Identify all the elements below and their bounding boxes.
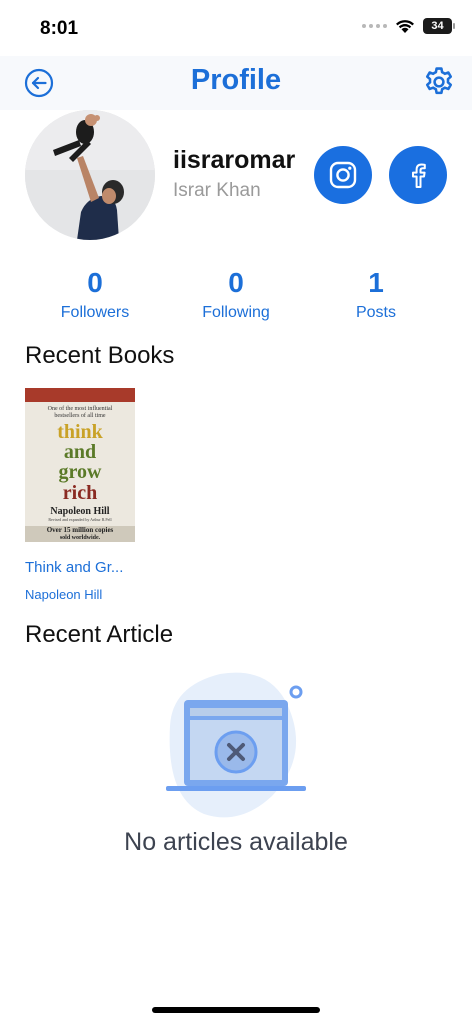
recent-books-heading: Recent Books (25, 342, 175, 369)
cover-word-and: and (64, 441, 96, 463)
cover-word-grow: grow (59, 461, 103, 483)
avatar[interactable] (25, 110, 155, 240)
cover-subtitle: Revised and expanded by Arthur R.Pell (48, 517, 112, 522)
cover-sales-1: Over 15 million copies (47, 526, 114, 534)
signal-icon (362, 24, 387, 28)
battery-icon: 34 (423, 18, 455, 34)
instagram-button[interactable] (314, 146, 372, 204)
following-stat[interactable]: 0 Following (176, 266, 296, 322)
cover-author: Napoleon Hill (50, 506, 109, 517)
instagram-icon (329, 161, 357, 189)
settings-button[interactable] (422, 65, 456, 99)
cover-word-think: think (57, 421, 103, 443)
profile-photo (25, 110, 155, 240)
empty-articles-message: No articles available (124, 828, 348, 856)
book-author: Napoleon Hill (25, 587, 103, 602)
posts-stat[interactable]: 1 Posts (316, 266, 436, 322)
book-cover: One of the most influential bestsellers … (25, 388, 135, 542)
followers-count: 0 (87, 267, 103, 298)
following-label: Following (202, 304, 270, 321)
empty-articles-illustration (160, 666, 312, 826)
book-title[interactable]: Think and Gr... (25, 559, 137, 576)
cover-sales-2: sold worldwide. (60, 535, 101, 541)
book-card[interactable]: One of the most influential bestsellers … (25, 388, 137, 602)
facebook-button[interactable] (389, 146, 447, 204)
following-count: 0 (228, 267, 244, 298)
facebook-icon (412, 163, 426, 188)
posts-label: Posts (355, 304, 396, 321)
empty-state-icon (166, 672, 306, 818)
followers-stat[interactable]: 0 Followers (35, 266, 155, 322)
page-title: Profile (190, 64, 282, 96)
battery-level: 34 (431, 20, 444, 32)
posts-count: 1 (368, 267, 384, 298)
cover-tagline-2: bestsellers of all time (54, 412, 105, 419)
status-indicators: 34 (362, 18, 455, 34)
followers-label: Followers (60, 304, 130, 321)
full-name: Israr Khan (173, 180, 261, 201)
cover-word-rich: rich (63, 482, 97, 504)
home-indicator[interactable] (152, 1007, 320, 1013)
recent-article-heading: Recent Article (25, 621, 174, 648)
status-time: 8:01 (40, 18, 79, 39)
book-cover-art: One of the most influential bestsellers … (25, 388, 135, 542)
username: iisraromar (173, 146, 296, 174)
nav-bar: Profile (0, 56, 472, 110)
gear-icon (425, 67, 453, 95)
wifi-icon (396, 19, 414, 33)
cover-tagline-1: One of the most influential (48, 405, 113, 412)
status-bar: 8:01 34 (0, 0, 472, 56)
